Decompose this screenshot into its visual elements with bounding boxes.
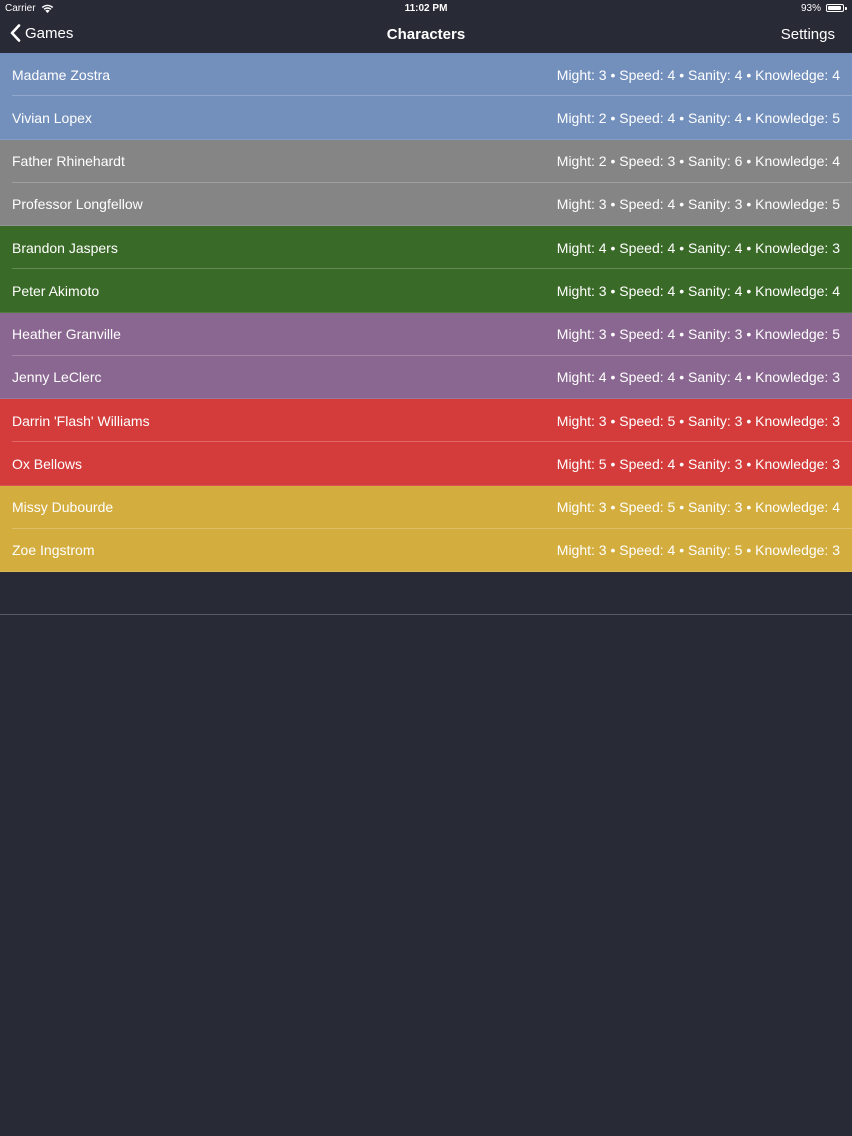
settings-button[interactable]: Settings <box>781 26 835 43</box>
character-row[interactable]: Jenny LeClerc Might: 4 • Speed: 4 • Sanit… <box>0 355 852 399</box>
character-stats: Might: 3 • Speed: 4 • Sanity: 4 • Knowle… <box>556 66 840 83</box>
navigation-bar: Games Characters Settings <box>0 17 852 53</box>
character-row[interactable]: Madame Zostra Might: 3 • Speed: 4 • Sanit… <box>0 53 852 97</box>
character-row[interactable]: Brandon Jaspers Might: 4 • Speed: 4 • San… <box>0 226 852 270</box>
character-stats: Might: 4 • Speed: 4 • Sanity: 4 • Knowle… <box>556 239 840 256</box>
character-stats: Might: 3 • Speed: 5 • Sanity: 3 • Knowle… <box>556 499 840 516</box>
row-separator <box>0 614 852 616</box>
character-row[interactable]: Ox Bellows Might: 5 • Speed: 4 • Sanity: … <box>0 442 852 486</box>
character-name: Brandon Jaspers <box>12 239 118 256</box>
character-stats: Might: 3 • Speed: 4 • Sanity: 5 • Knowle… <box>556 542 840 559</box>
character-row[interactable]: Zoe Ingstrom Might: 3 • Speed: 4 • Sanity… <box>0 528 852 572</box>
character-name: Vivian Lopex <box>12 109 92 126</box>
character-name: Peter Akimoto <box>12 282 100 299</box>
character-name: Professor Longfellow <box>12 196 143 213</box>
character-stats: Might: 3 • Speed: 4 • Sanity: 3 • Knowle… <box>556 196 840 213</box>
character-stats: Might: 5 • Speed: 4 • Sanity: 3 • Knowle… <box>556 455 840 472</box>
status-right: 93% <box>801 3 847 14</box>
character-row[interactable]: Peter Akimoto Might: 3 • Speed: 4 • Sanit… <box>0 269 852 313</box>
battery-percent: 93% <box>800 3 821 14</box>
character-name: Darrin 'Flash' Williams <box>12 412 150 429</box>
battery-fill <box>828 6 842 10</box>
status-bar: Carrier 11:02 PM 93% <box>0 0 852 17</box>
character-stats: Might: 3 • Speed: 4 • Sanity: 3 • Knowle… <box>556 326 840 343</box>
character-name: Zoe Ingstrom <box>12 542 95 559</box>
character-name: Madame Zostra <box>12 66 111 83</box>
character-row[interactable]: Heather Granville Might: 3 • Speed: 4 • S… <box>0 312 852 356</box>
battery-tip <box>845 6 847 10</box>
character-row[interactable]: Professor Longfellow Might: 3 • Speed: 4 … <box>0 182 852 226</box>
character-stats: Might: 2 • Speed: 3 • Sanity: 6 • Knowle… <box>556 153 840 170</box>
status-time: 11:02 PM <box>404 3 448 14</box>
character-stats: Might: 3 • Speed: 5 • Sanity: 3 • Knowle… <box>556 412 840 429</box>
page-title: Characters <box>386 26 466 43</box>
character-name: Father Rhinehardt <box>12 153 125 170</box>
battery-body <box>826 4 844 12</box>
character-stats: Might: 2 • Speed: 4 • Sanity: 4 • Knowle… <box>556 109 840 126</box>
empty-row <box>0 572 852 616</box>
character-list: Madame Zostra Might: 3 • Speed: 4 • Sanit… <box>0 53 852 616</box>
character-row[interactable]: Missy Dubourde Might: 3 • Speed: 5 • Sani… <box>0 485 852 529</box>
battery-icon <box>826 4 847 13</box>
character-stats: Might: 4 • Speed: 4 • Sanity: 4 • Knowle… <box>556 369 840 386</box>
character-row[interactable]: Father Rhinehardt Might: 2 • Speed: 3 • S… <box>0 139 852 183</box>
character-name: Missy Dubourde <box>12 499 114 516</box>
character-name: Jenny LeClerc <box>12 369 102 386</box>
character-name: Ox Bellows <box>12 455 83 472</box>
character-row[interactable]: Vivian Lopex Might: 2 • Speed: 4 • Sanity… <box>0 96 852 140</box>
character-row[interactable]: Darrin 'Flash' Williams Might: 3 • Speed:… <box>0 399 852 443</box>
character-name: Heather Granville <box>12 326 121 343</box>
character-stats: Might: 3 • Speed: 4 • Sanity: 4 • Knowle… <box>556 282 840 299</box>
